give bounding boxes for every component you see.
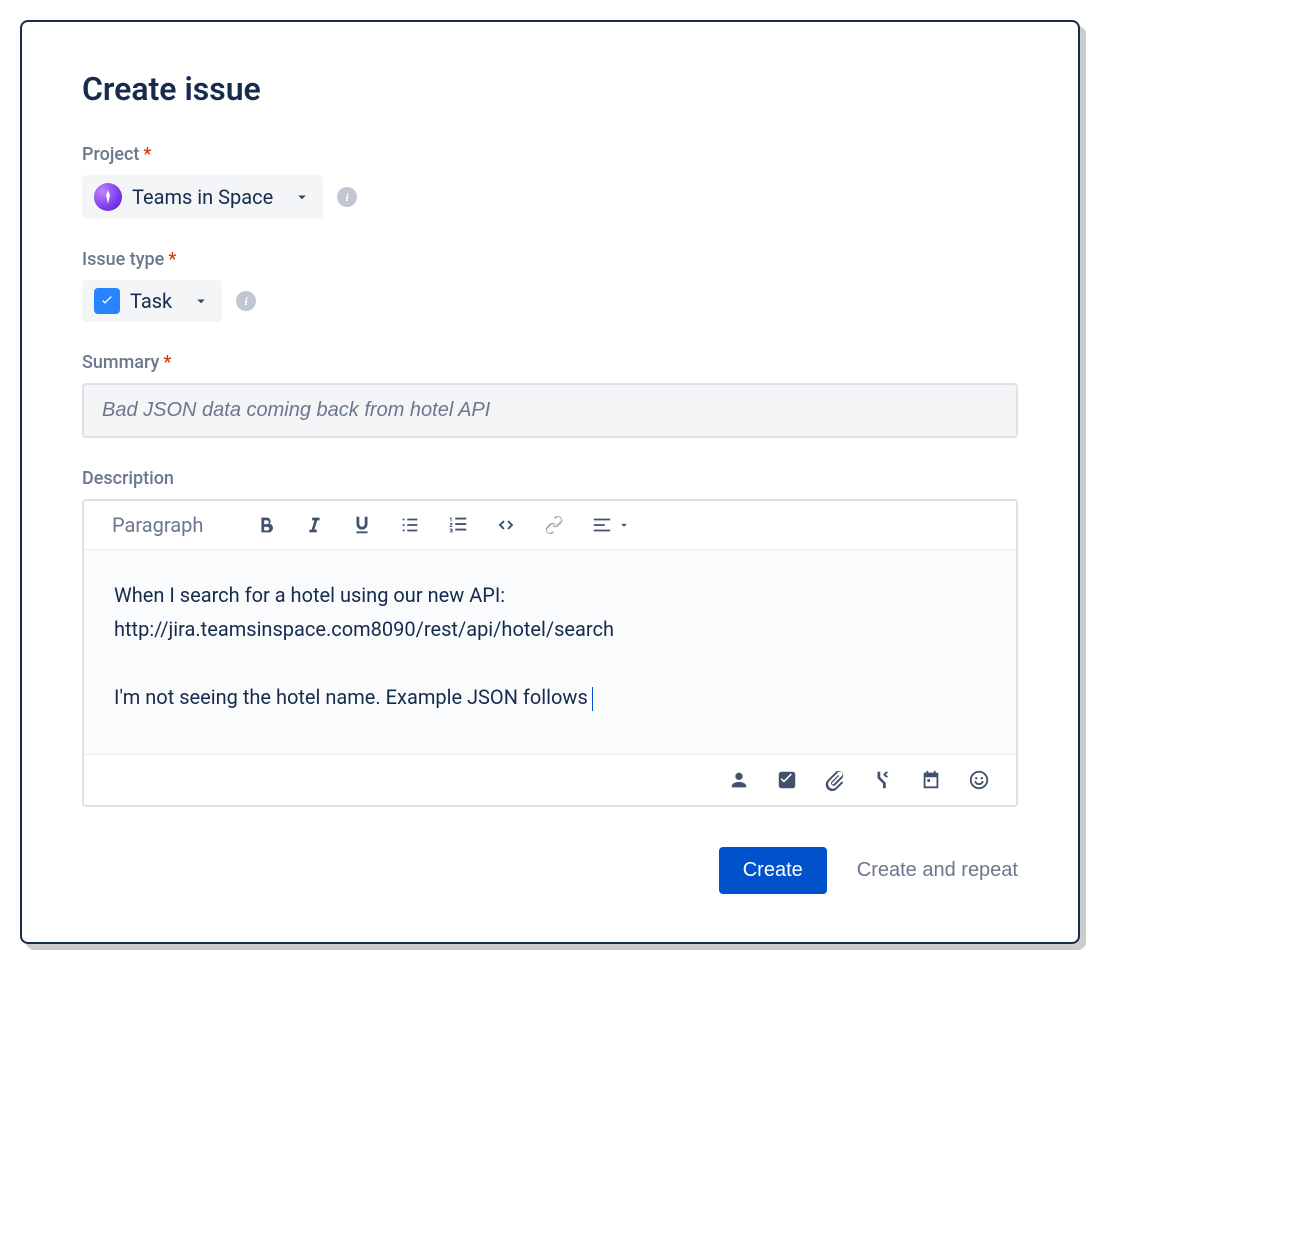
bullet-list-button[interactable] bbox=[399, 514, 421, 536]
underline-button[interactable] bbox=[351, 514, 373, 536]
summary-input[interactable] bbox=[82, 383, 1018, 438]
editor-toolbar: Paragraph bbox=[84, 501, 1016, 550]
issue-type-select-value: Task bbox=[130, 289, 172, 313]
date-button[interactable] bbox=[920, 769, 942, 791]
description-textarea[interactable]: When I search for a hotel using our new … bbox=[84, 550, 1016, 754]
issue-type-field: Issue type* Task i bbox=[82, 249, 1018, 322]
issue-type-select[interactable]: Task bbox=[82, 280, 222, 322]
project-label: Project* bbox=[82, 144, 1018, 165]
align-dropdown[interactable] bbox=[591, 514, 631, 536]
italic-button[interactable] bbox=[303, 514, 325, 536]
chevron-down-icon bbox=[192, 292, 210, 310]
description-label: Description bbox=[82, 468, 1018, 489]
emoji-button[interactable] bbox=[968, 769, 990, 791]
project-select-value: Teams in Space bbox=[132, 185, 273, 209]
required-asterisk: * bbox=[163, 352, 171, 373]
required-asterisk: * bbox=[143, 144, 151, 165]
action-item-button[interactable] bbox=[776, 769, 798, 791]
create-and-repeat-button[interactable]: Create and repeat bbox=[857, 859, 1018, 882]
chevron-down-icon bbox=[293, 188, 311, 206]
decision-button[interactable] bbox=[872, 769, 894, 791]
create-issue-modal: Create issue Project* Teams in Space i I… bbox=[20, 20, 1080, 944]
mention-button[interactable] bbox=[728, 769, 750, 791]
info-icon[interactable]: i bbox=[337, 187, 357, 207]
numbered-list-button[interactable] bbox=[447, 514, 469, 536]
project-field: Project* Teams in Space i bbox=[82, 144, 1018, 219]
editor-footer-toolbar bbox=[84, 754, 1016, 805]
rich-text-editor: Paragraph bbox=[82, 499, 1018, 807]
bold-button[interactable] bbox=[255, 514, 277, 536]
project-select[interactable]: Teams in Space bbox=[82, 175, 323, 219]
description-field: Description Paragraph bbox=[82, 468, 1018, 807]
text-style-dropdown[interactable]: Paragraph bbox=[112, 513, 203, 537]
summary-label: Summary* bbox=[82, 352, 1018, 373]
project-avatar-icon bbox=[94, 183, 122, 211]
code-button[interactable] bbox=[495, 514, 517, 536]
issue-type-label: Issue type* bbox=[82, 249, 1018, 270]
modal-title: Create issue bbox=[82, 70, 1018, 108]
task-type-icon bbox=[94, 288, 120, 314]
modal-actions: Create Create and repeat bbox=[82, 847, 1018, 894]
summary-field: Summary* bbox=[82, 352, 1018, 438]
info-icon[interactable]: i bbox=[236, 291, 256, 311]
required-asterisk: * bbox=[168, 249, 176, 270]
create-button[interactable]: Create bbox=[719, 847, 827, 894]
attachment-button[interactable] bbox=[824, 769, 846, 791]
text-cursor bbox=[592, 687, 593, 711]
link-button[interactable] bbox=[543, 514, 565, 536]
